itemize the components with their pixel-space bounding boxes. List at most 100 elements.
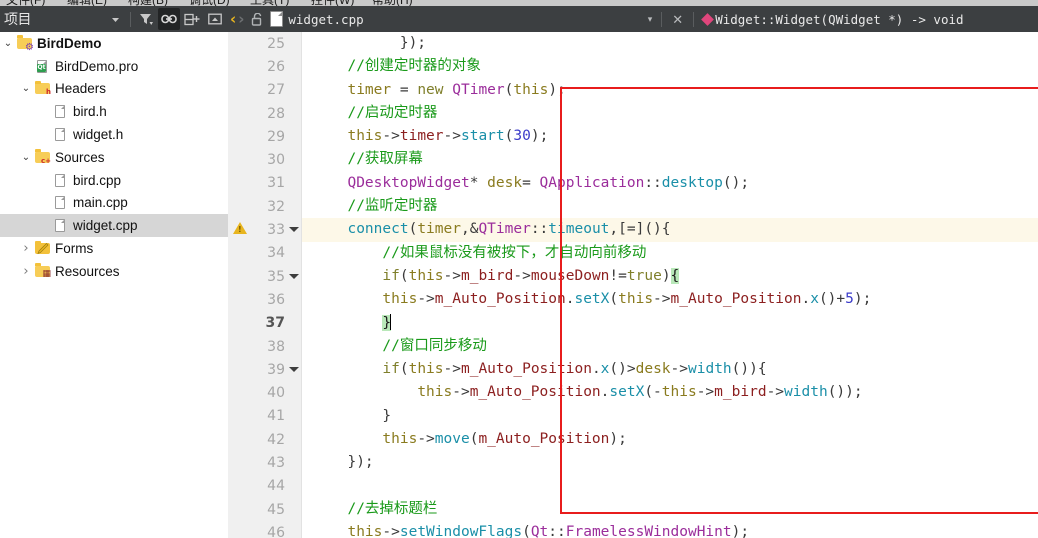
tree-item-main-cpp[interactable]: main.cpp — [0, 192, 228, 215]
gutter-line-44[interactable]: 44 — [228, 475, 301, 498]
code-token: timer — [347, 81, 392, 98]
code-line-32[interactable]: //监听定时器 — [302, 195, 1038, 218]
code-line-41[interactable]: } — [302, 405, 1038, 428]
gutter-line-29[interactable]: 29 — [228, 125, 301, 148]
tree-item-forms[interactable]: › Forms — [0, 237, 228, 260]
gutter-line-33[interactable]: 33 — [228, 218, 301, 241]
file-doc-icon — [270, 11, 284, 27]
fold-toggle-icon[interactable] — [289, 273, 299, 279]
gutter-line-27[interactable]: 27 — [228, 79, 301, 102]
line-number: 28 — [267, 105, 285, 122]
code-line-44[interactable] — [302, 475, 1038, 498]
code-token: QTimer — [452, 81, 505, 98]
code-line-43[interactable]: }); — [302, 451, 1038, 474]
tree-item-bird-cpp[interactable]: bird.cpp — [0, 169, 228, 192]
gutter-line-35[interactable]: 35 — [228, 265, 301, 288]
gutter-line-37[interactable]: 37 — [228, 312, 301, 335]
nav-forward-icon[interactable]: › — [238, 11, 244, 27]
code-line-30[interactable]: //获取屏幕 — [302, 148, 1038, 171]
code-token: ()> — [609, 361, 636, 378]
file-combo-arrow-icon[interactable]: ▾ — [648, 14, 653, 25]
dropdown-arrow-icon[interactable] — [104, 8, 126, 30]
gutter-line-36[interactable]: 36 — [228, 288, 301, 311]
chevron-right-icon[interactable]: › — [18, 265, 34, 278]
gutter-line-41[interactable]: 41 — [228, 405, 301, 428]
tree-item-birddemo[interactable]: ⌄ ⚙ BirdDemo — [0, 32, 228, 55]
unlock-icon[interactable] — [246, 8, 268, 30]
symbol-combo[interactable]: Widget::Widget(QWidget *) -> void — [701, 6, 1038, 32]
tree-item-birddemo-pro[interactable]: Qt BirdDemo.pro — [0, 55, 228, 78]
chevron-right-icon[interactable]: › — [18, 242, 34, 255]
code-line-46[interactable]: this->setWindowFlags(Qt::FramelessWindow… — [302, 521, 1038, 538]
code-line-27[interactable]: timer = new QTimer(this); — [302, 79, 1038, 102]
chevron-down-icon[interactable]: ⌄ — [18, 84, 34, 94]
tree-item-bird-h[interactable]: bird.h — [0, 100, 228, 123]
code-token: m_Auto_Position — [478, 431, 610, 448]
gutter-line-46[interactable]: 46 — [228, 521, 301, 538]
chevron-down-icon[interactable]: ⌄ — [0, 38, 16, 48]
gutter-line-34[interactable]: 34 — [228, 242, 301, 265]
project-tree[interactable]: ⌄ ⚙ BirdDemo Qt BirdDemo.pro ⌄ h Headers bird.… — [0, 32, 228, 538]
code-line-25[interactable]: }); — [302, 32, 1038, 55]
code-text-area[interactable]: }); //创建定时器的对象 timer = new QTimer(this);… — [302, 32, 1038, 538]
code-line-36[interactable]: this->m_Auto_Position.setX(this->m_Auto_… — [302, 288, 1038, 311]
code-line-29[interactable]: this->timer->start(30); — [302, 125, 1038, 148]
code-token: ) — [661, 267, 671, 284]
gutter-line-38[interactable]: 38 — [228, 335, 301, 358]
nav-back-icon[interactable]: ‹ — [230, 11, 236, 27]
chevron-down-icon[interactable]: ⌄ — [18, 152, 34, 162]
tree-item-headers[interactable]: ⌄ h Headers — [0, 78, 228, 101]
code-line-45[interactable]: //去掉标题栏 — [302, 498, 1038, 521]
code-line-28[interactable]: //启动定时器 — [302, 102, 1038, 125]
fold-toggle-icon[interactable] — [289, 367, 299, 373]
gutter-line-26[interactable]: 26 — [228, 55, 301, 78]
tree-item-sources[interactable]: ⌄ c+ Sources — [0, 146, 228, 169]
open-file-combo[interactable]: widget.cpp — [268, 6, 605, 32]
gutter-line-32[interactable]: 32 — [228, 195, 301, 218]
code-line-34[interactable]: //如果鼠标没有被按下，才自动向前移动 — [302, 242, 1038, 265]
gutter-line-40[interactable]: 40 — [228, 381, 301, 404]
gutter-line-31[interactable]: 31 — [228, 172, 301, 195]
code-line-39[interactable]: if(this->m_Auto_Position.x()>desk->width… — [302, 358, 1038, 381]
tree-item-label: BirdDemo.pro — [55, 58, 139, 74]
code-line-37[interactable]: } — [302, 312, 1038, 335]
code-token: Qt — [530, 524, 549, 538]
tree-item-widget-h[interactable]: widget.h — [0, 123, 228, 146]
gutter-line-43[interactable]: 43 — [228, 451, 301, 474]
code-token: if — [382, 267, 400, 284]
code-line-38[interactable]: //窗口同步移动 — [302, 335, 1038, 358]
gutter-line-45[interactable]: 45 — [228, 498, 301, 521]
collapse-icon[interactable] — [204, 8, 226, 30]
code-line-33[interactable]: connect(timer,&QTimer::timeout,[=](){ — [302, 218, 1038, 242]
code-token: ,& — [460, 221, 479, 238]
line-number-gutter[interactable]: 25 26 27 28 29 30 31 32 33 34 35 36 37 38 39 40 41 42 43 44… — [228, 32, 302, 538]
code-line-31[interactable]: QDesktopWidget* desk= QApplication::desk… — [302, 172, 1038, 195]
code-line-40[interactable]: this->m_Auto_Position.setX(-this->m_bird… — [302, 381, 1038, 404]
code-line-42[interactable]: this->move(m_Auto_Position); — [302, 428, 1038, 451]
fold-toggle-icon[interactable] — [289, 227, 299, 233]
file-icon — [52, 127, 69, 142]
split-add-icon[interactable] — [181, 8, 203, 30]
code-token: -> — [443, 128, 461, 145]
code-line-26[interactable]: //创建定时器的对象 — [302, 55, 1038, 78]
filter-icon[interactable] — [135, 8, 157, 30]
gutter-line-30[interactable]: 30 — [228, 148, 301, 171]
code-token: if — [382, 361, 400, 378]
code-editor[interactable]: 25 26 27 28 29 30 31 32 33 34 35 36 37 38 39 40 41 42 43 44… — [228, 32, 1038, 538]
code-line-35[interactable]: if(this->m_bird->mouseDown!=true){ — [302, 265, 1038, 288]
tree-item-resources[interactable]: › ▦ Resources — [0, 260, 228, 283]
gutter-line-42[interactable]: 42 — [228, 428, 301, 451]
close-file-icon[interactable]: ✕ — [671, 13, 684, 26]
gutter-line-25[interactable]: 25 — [228, 32, 301, 55]
gutter-line-28[interactable]: 28 — [228, 102, 301, 125]
warning-icon[interactable] — [233, 222, 247, 235]
code-token: setWindowFlags — [399, 524, 523, 538]
gutter-line-39[interactable]: 39 — [228, 358, 301, 381]
tree-item-widget-cpp[interactable]: widget.cpp — [0, 214, 228, 238]
link-icon[interactable] — [158, 8, 180, 30]
